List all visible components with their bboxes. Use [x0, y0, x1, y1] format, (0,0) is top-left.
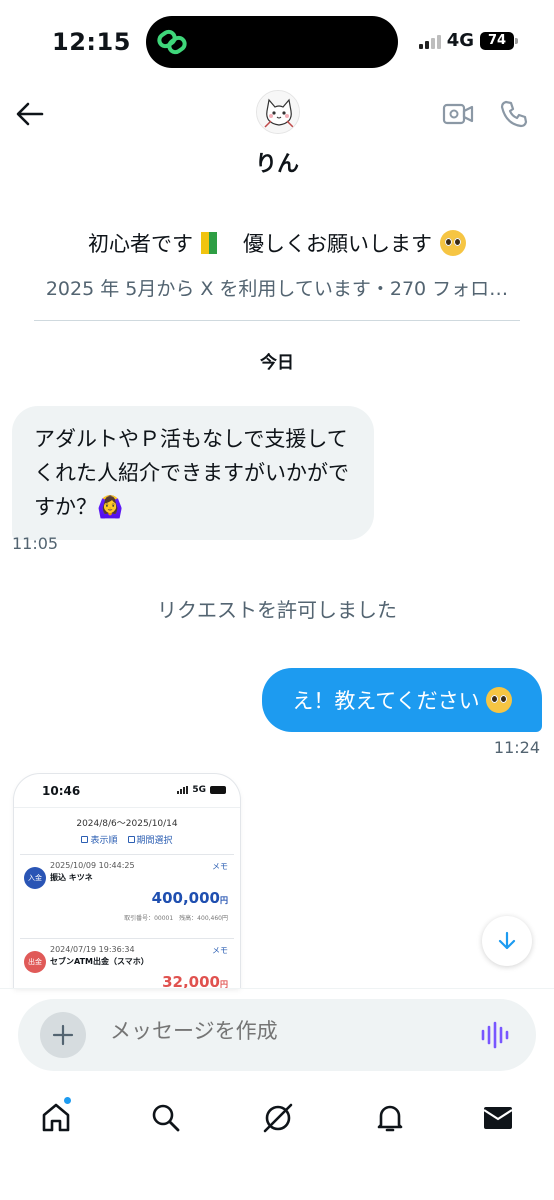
message-composer — [18, 999, 536, 1071]
attachment-period: 期間選択 — [127, 833, 173, 846]
battery-icon: 74 — [480, 31, 518, 50]
scroll-to-bottom-button[interactable] — [482, 916, 532, 966]
sort-label: 表示順 — [90, 836, 118, 846]
outgoing-message[interactable]: え！教えてください — [262, 668, 542, 732]
outgoing-message-text: え！教えてください — [292, 689, 480, 713]
divider — [34, 320, 520, 321]
attachment-tools: 表示順 期間選択 — [14, 833, 240, 846]
transaction-footer: 取引番号：00001 残高：400,460円 — [124, 915, 228, 922]
period-label: 期間選択 — [136, 836, 173, 846]
attachment-status-bar: 10:46 5G — [14, 774, 240, 808]
tab-home[interactable] — [36, 1096, 76, 1138]
transaction-date: 2024/07/19 19:36:34 — [50, 945, 135, 954]
pleading-face-icon — [485, 687, 512, 713]
bio-text: 初心者です — [88, 232, 193, 256]
transaction-name: セブンATM出金（スマホ） — [50, 957, 149, 966]
system-message: リクエストを許可しました — [157, 598, 397, 622]
attachment-time: 10:46 — [42, 784, 81, 798]
phone-icon[interactable] — [498, 98, 530, 130]
network-type: 4G — [446, 30, 474, 51]
incoming-time: 11:05 — [12, 534, 59, 553]
calendar-icon — [127, 836, 135, 843]
message-input[interactable] — [110, 1019, 450, 1043]
signal-icon — [418, 33, 441, 49]
amount-value: 400,000 — [151, 889, 220, 907]
composer-divider — [0, 988, 554, 989]
status-time: 12:15 — [52, 28, 131, 56]
bottom-tab-bar — [0, 1090, 554, 1150]
transaction-amount: 400,000円 — [152, 889, 228, 907]
tab-notifications[interactable] — [370, 1098, 410, 1138]
amount-unit: 円 — [220, 896, 228, 905]
home-icon — [42, 1103, 70, 1132]
profile-name[interactable]: りん — [0, 146, 554, 178]
tab-messages[interactable] — [478, 1098, 518, 1138]
attachment-indicators: 5G — [177, 785, 226, 795]
dynamic-island — [146, 16, 398, 68]
back-arrow-icon[interactable] — [14, 98, 46, 130]
voice-message-icon[interactable] — [480, 1021, 512, 1049]
attachment-signal-icon — [177, 786, 189, 794]
cat-avatar-icon — [257, 91, 299, 133]
mail-icon — [483, 1107, 513, 1129]
grok-icon — [263, 1103, 293, 1133]
withdrawal-badge: 出金 — [24, 951, 46, 973]
attachment-date-range: 2024/8/6〜2025/10/14 — [76, 819, 178, 829]
attachment-sort: 表示順 — [81, 833, 118, 846]
incoming-message[interactable]: アダルトやＰ活もなしで支援してくれた人紹介できますがいかがですか？🙆‍♀️ — [12, 406, 374, 540]
video-call-icon[interactable] — [442, 100, 474, 128]
bio-text-2: 優しくお願いします — [243, 232, 432, 256]
arrow-down-icon — [498, 931, 516, 950]
pleading-face-icon — [440, 230, 466, 256]
attachment-battery-icon — [210, 786, 226, 794]
bell-icon — [377, 1105, 403, 1132]
beginner-mark-icon — [201, 232, 217, 254]
transaction-memo: メモ — [212, 862, 228, 871]
profile-bio: 初心者です 優しくお願いします — [0, 228, 554, 258]
attachment-network: 5G — [192, 785, 206, 795]
avatar[interactable] — [256, 90, 300, 134]
add-media-button[interactable] — [40, 1012, 86, 1058]
sort-icon — [81, 836, 89, 843]
image-attachment[interactable]: 10:46 5G 2024/8/6〜2025/10/14 表示順 期間選択 入金… — [14, 774, 240, 988]
transaction-date: 2025/10/09 10:44:25 — [50, 861, 135, 870]
status-indicators: 4G 74 — [418, 30, 518, 51]
transaction-name: 振込 キツネ — [50, 873, 93, 882]
amount-unit: 円 — [220, 980, 228, 988]
transaction-card: 出金 2024/07/19 19:36:34 セブンATM出金（スマホ） メモ … — [20, 938, 234, 988]
plus-icon — [52, 1024, 74, 1046]
status-bar: 12:15 4G 74 — [0, 0, 554, 84]
tab-grok[interactable] — [258, 1098, 298, 1138]
transaction-amount: 32,000円 — [162, 973, 228, 988]
transaction-card: 入金 2025/10/09 10:44:25 振込 キツネ メモ 400,000… — [20, 854, 234, 930]
deposit-badge: 入金 — [24, 867, 46, 889]
link-icon — [157, 29, 187, 55]
outgoing-time: 11:24 — [493, 738, 540, 757]
notification-dot — [63, 1096, 72, 1105]
amount-value: 32,000 — [162, 973, 220, 988]
transaction-memo: メモ — [212, 946, 228, 955]
date-separator: 今日 — [260, 353, 294, 373]
incoming-message-text: アダルトやＰ活もなしで支援してくれた人紹介できますがいかがですか？🙆‍♀️ — [34, 427, 349, 519]
search-icon — [152, 1104, 180, 1132]
tab-search[interactable] — [146, 1098, 186, 1138]
profile-meta: 2025 年 5月から X を利用しています・270 フォロ… — [45, 278, 509, 300]
